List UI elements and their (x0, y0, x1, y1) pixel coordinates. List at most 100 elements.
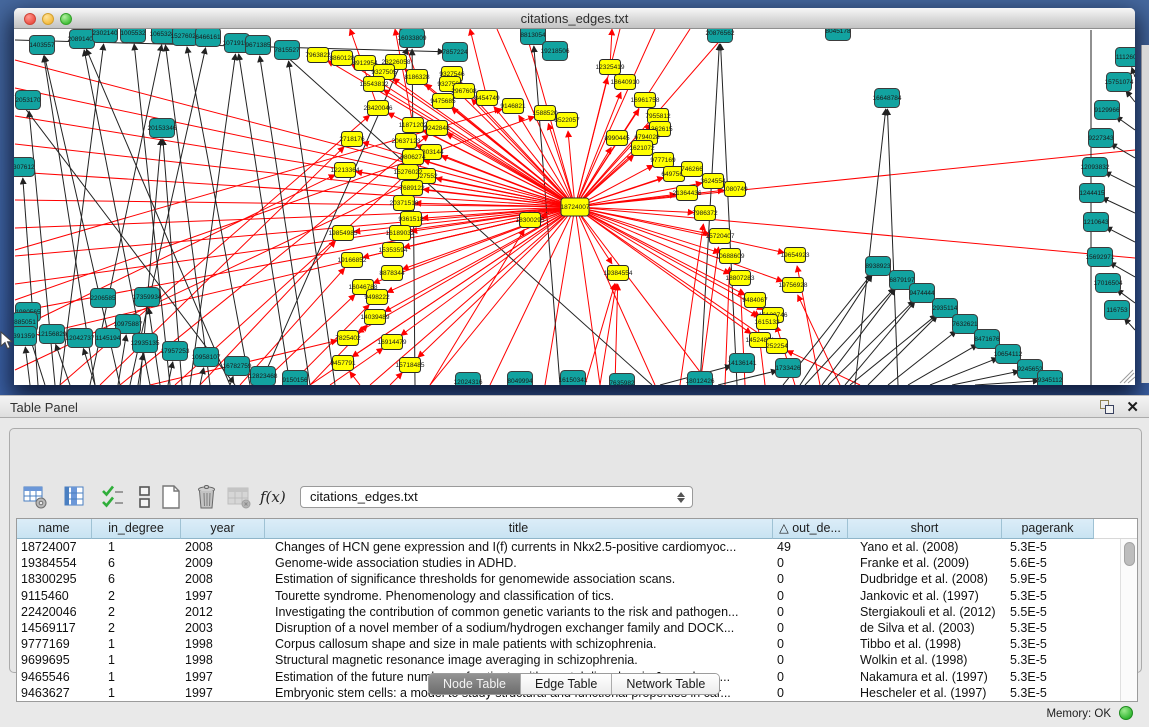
graph-node[interactable]: 18724007 (561, 198, 590, 216)
graph-node[interactable]: 2935114 (933, 299, 958, 318)
table-row[interactable]: 1456911722003Disruption of a novel membe… (17, 620, 1120, 636)
graph-node[interactable]: 19756928 (779, 278, 808, 293)
column-header-name[interactable]: name (17, 519, 92, 539)
graph-node[interactable]: 7632621 (952, 315, 978, 334)
graph-node[interactable]: 18300295 (516, 213, 545, 228)
graph-node[interactable]: 2302140 (92, 29, 118, 43)
graph-node[interactable]: 21364436 (673, 186, 702, 201)
function-icon[interactable]: f(x) (260, 488, 286, 506)
network-canvas[interactable]: 1872400779638228860128891295423226058932… (14, 29, 1135, 385)
cell-out_de[interactable]: 0 (773, 555, 848, 571)
graph-node[interactable]: 16914479 (378, 335, 407, 350)
cell-short[interactable]: Nakamura et al. (1997) (848, 669, 1002, 685)
graph-node[interactable]: 9806274 (400, 150, 426, 165)
graph-node[interactable]: 1112606 (1116, 48, 1136, 67)
cell-in_degree[interactable]: 2 (92, 588, 181, 604)
table-row[interactable]: 1938455462009Genome-wide association stu… (17, 555, 1120, 571)
cell-pagerank[interactable]: 5.3E-5 (1002, 636, 1094, 652)
cell-out_de[interactable]: 0 (773, 604, 848, 620)
cell-name[interactable]: 18300295 (17, 571, 92, 587)
cell-short[interactable]: Franke et al. (2009) (848, 555, 1002, 571)
graph-node[interactable]: 8878344 (379, 266, 405, 281)
graph-node[interactable]: 9129966 (1094, 101, 1120, 120)
column-header-year[interactable]: year (181, 519, 265, 539)
table-row[interactable]: 1872400712008Changes of HCN gene express… (17, 539, 1120, 555)
cell-out_de[interactable]: 0 (773, 620, 848, 636)
cell-year[interactable]: 2009 (181, 555, 265, 571)
table-row[interactable]: 969969511998Structural magnetic resonanc… (17, 652, 1120, 668)
cell-year[interactable]: 1997 (181, 669, 265, 685)
cell-title[interactable]: Estimation of significance thresholds fo… (265, 571, 773, 587)
float-panel-icon[interactable] (1100, 400, 1115, 415)
stacked-squares-icon[interactable] (132, 484, 158, 510)
graph-node[interactable]: 1210643 (1083, 213, 1109, 232)
cell-name[interactable]: 19384554 (17, 555, 92, 571)
graph-node[interactable]: 18012426 (686, 372, 715, 386)
graph-node[interactable]: 20876562 (706, 29, 735, 43)
graph-node[interactable]: 9777169 (650, 153, 676, 168)
graph-node[interactable]: 19166852 (338, 253, 367, 268)
graph-node[interactable]: 391359 (14, 327, 37, 346)
graph-node[interactable]: 12093832 (1081, 158, 1110, 177)
table-row[interactable]: 1830029562008Estimation of significance … (17, 571, 1120, 587)
cell-title[interactable]: Structural magnetic resonance image aver… (265, 652, 773, 668)
graph-node[interactable]: 9498222 (364, 290, 390, 305)
graph-node[interactable]: 12325419 (596, 60, 625, 75)
table-settings-icon[interactable] (22, 484, 48, 510)
graph-node[interactable]: 18640910 (611, 75, 640, 90)
graph-node[interactable]: 14136141 (728, 354, 757, 373)
graph-node[interactable]: 8860128 (329, 51, 355, 66)
graph-node[interactable]: 19218506 (541, 42, 570, 61)
cell-short[interactable]: Yano et al. (2008) (848, 539, 1002, 555)
cell-pagerank[interactable]: 5.3E-5 (1002, 539, 1094, 555)
graph-node[interactable]: 23420046 (364, 101, 393, 116)
cell-out_de[interactable]: 0 (773, 669, 848, 685)
cell-in_degree[interactable]: 2 (92, 620, 181, 636)
cell-in_degree[interactable]: 1 (92, 669, 181, 685)
graph-node[interactable]: 15720407 (706, 229, 735, 244)
cell-title[interactable]: Disruption of a novel member of a sodium… (265, 620, 773, 636)
graph-node[interactable]: 1005532 (120, 29, 146, 43)
cell-name[interactable]: 9465546 (17, 669, 92, 685)
graph-node[interactable]: 15751074 (1105, 73, 1134, 92)
graph-node[interactable]: 9146821 (500, 99, 526, 114)
graph-node[interactable]: 8813054 (520, 29, 546, 45)
column-header-title[interactable]: title (265, 519, 773, 539)
cell-name[interactable]: 9777169 (17, 636, 92, 652)
cell-pagerank[interactable]: 5.3E-5 (1002, 588, 1094, 604)
graph-node[interactable]: 18807283 (726, 271, 755, 286)
graph-node[interactable]: 2206585 (90, 289, 116, 308)
cell-short[interactable]: Hescheler et al. (1997) (848, 685, 1002, 701)
graph-node[interactable]: 2053170 (15, 91, 41, 110)
graph-node[interactable]: 16189032 (386, 226, 415, 241)
graph-node[interactable]: 19654923 (781, 248, 810, 263)
cell-short[interactable]: Dudbridge et al. (2008) (848, 571, 1002, 587)
table-row[interactable]: 2242004622012Investigating the contribut… (17, 604, 1120, 620)
cell-year[interactable]: 1997 (181, 588, 265, 604)
tab-node-table[interactable]: Node Table (429, 674, 521, 694)
graph-node[interactable]: 1615132 (754, 315, 780, 330)
cell-name[interactable]: 9699695 (17, 652, 92, 668)
cell-name[interactable]: 9463627 (17, 685, 92, 701)
cell-pagerank[interactable]: 5.3E-5 (1002, 620, 1094, 636)
cell-title[interactable]: Corpus callosum shape and size in male p… (265, 636, 773, 652)
graph-node[interactable]: 1244415 (1079, 184, 1105, 203)
table-row[interactable]: 977716911998Corpus callosum shape and si… (17, 636, 1120, 652)
cell-in_degree[interactable]: 1 (92, 652, 181, 668)
cell-out_de[interactable]: 0 (773, 571, 848, 587)
graph-node[interactable]: 15353594 (379, 243, 408, 258)
graph-node[interactable]: 9484067 (742, 293, 768, 308)
graph-node[interactable]: 116753 (1105, 301, 1130, 320)
cell-in_degree[interactable]: 1 (92, 636, 181, 652)
graph-node[interactable]: 15718485 (396, 358, 425, 373)
cell-short[interactable]: Tibbo et al. (1998) (848, 636, 1002, 652)
graph-node[interactable]: 2967608 (451, 84, 477, 99)
graph-node[interactable]: 16543812 (360, 77, 389, 92)
graph-node[interactable]: 10958107 (192, 348, 221, 367)
graph-node[interactable]: 5307612 (14, 158, 35, 177)
tab-network-table[interactable]: Network Table (612, 674, 719, 694)
graph-node[interactable]: 17359934 (133, 288, 162, 307)
table-column-icon[interactable] (62, 484, 88, 510)
graph-node[interactable]: 12935135 (131, 334, 160, 353)
cell-title[interactable]: Tourette syndrome. Phenomenology and cla… (265, 588, 773, 604)
